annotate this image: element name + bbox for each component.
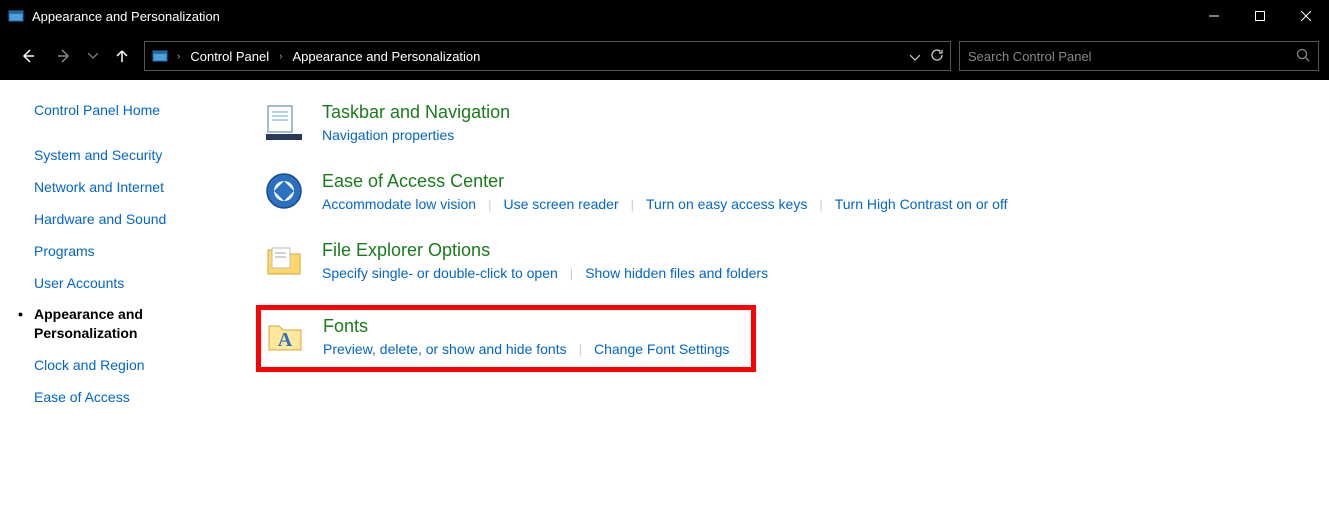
category-fonts: A Fonts Preview, delete, or show and hid… (256, 305, 756, 372)
folder-options-icon (264, 240, 304, 280)
refresh-button[interactable] (930, 48, 944, 65)
category-link[interactable]: Show hidden files and folders (585, 265, 768, 281)
titlebar: Appearance and Personalization (0, 0, 1329, 32)
content-area: Control Panel Home System and Security N… (0, 80, 1329, 531)
chevron-right-icon[interactable]: › (275, 51, 286, 62)
link-separator: | (819, 197, 822, 212)
category-link[interactable]: Use screen reader (503, 196, 618, 212)
sidebar-home-link[interactable]: Control Panel Home (34, 102, 240, 118)
category-title[interactable]: File Explorer Options (322, 240, 1305, 261)
location-icon (151, 47, 169, 65)
taskbar-icon (264, 102, 304, 142)
close-button[interactable] (1283, 0, 1329, 32)
breadcrumb-current[interactable]: Appearance and Personalization (290, 47, 482, 66)
forward-button[interactable] (50, 42, 78, 70)
search-input[interactable] (968, 49, 1296, 64)
category-ease-of-access: Ease of Access Center Accommodate low vi… (260, 167, 1309, 216)
link-separator: | (631, 197, 634, 212)
main-panel: Taskbar and Navigation Navigation proper… (250, 80, 1329, 531)
link-separator: | (488, 197, 491, 212)
address-bar[interactable]: › Control Panel › Appearance and Persona… (144, 41, 951, 71)
category-link[interactable]: Specify single- or double-click to open (322, 265, 558, 281)
sidebar-item-ease[interactable]: Ease of Access (34, 388, 240, 407)
back-button[interactable] (14, 42, 42, 70)
category-title[interactable]: Fonts (323, 316, 747, 337)
category-file-explorer: File Explorer Options Specify single- or… (260, 236, 1309, 285)
window-title: Appearance and Personalization (32, 9, 220, 24)
link-separator: | (579, 342, 582, 357)
sidebar-item-accounts[interactable]: User Accounts (34, 274, 240, 293)
search-box[interactable] (959, 41, 1319, 71)
category-link[interactable]: Accommodate low vision (322, 196, 476, 212)
category-link[interactable]: Navigation properties (322, 127, 454, 143)
recent-dropdown[interactable] (86, 42, 100, 70)
sidebar-item-clock[interactable]: Clock and Region (34, 356, 240, 375)
category-link[interactable]: Preview, delete, or show and hide fonts (323, 341, 567, 357)
window-controls (1191, 0, 1329, 32)
category-title[interactable]: Taskbar and Navigation (322, 102, 1305, 123)
link-separator: | (570, 266, 573, 281)
minimize-button[interactable] (1191, 0, 1237, 32)
category-title[interactable]: Ease of Access Center (322, 171, 1305, 192)
navbar: › Control Panel › Appearance and Persona… (0, 32, 1329, 80)
category-link[interactable]: Turn High Contrast on or off (835, 196, 1008, 212)
sidebar-item-appearance[interactable]: Appearance and Personalization (34, 305, 240, 343)
chevron-right-icon[interactable]: › (173, 51, 184, 62)
app-icon (8, 8, 24, 24)
fonts-icon: A (265, 316, 305, 356)
category-taskbar: Taskbar and Navigation Navigation proper… (260, 98, 1309, 147)
sidebar-item-hardware[interactable]: Hardware and Sound (34, 210, 240, 229)
search-icon[interactable] (1296, 48, 1310, 65)
up-button[interactable] (108, 42, 136, 70)
address-dropdown-icon[interactable] (910, 49, 920, 64)
sidebar-item-system[interactable]: System and Security (34, 146, 240, 165)
category-link[interactable]: Turn on easy access keys (646, 196, 807, 212)
sidebar: Control Panel Home System and Security N… (0, 80, 250, 531)
sidebar-item-programs[interactable]: Programs (34, 242, 240, 261)
svg-text:A: A (278, 329, 293, 351)
maximize-button[interactable] (1237, 0, 1283, 32)
ease-of-access-icon (264, 171, 304, 211)
sidebar-item-network[interactable]: Network and Internet (34, 178, 240, 197)
breadcrumb-root[interactable]: Control Panel (188, 47, 271, 66)
category-link[interactable]: Change Font Settings (594, 341, 729, 357)
